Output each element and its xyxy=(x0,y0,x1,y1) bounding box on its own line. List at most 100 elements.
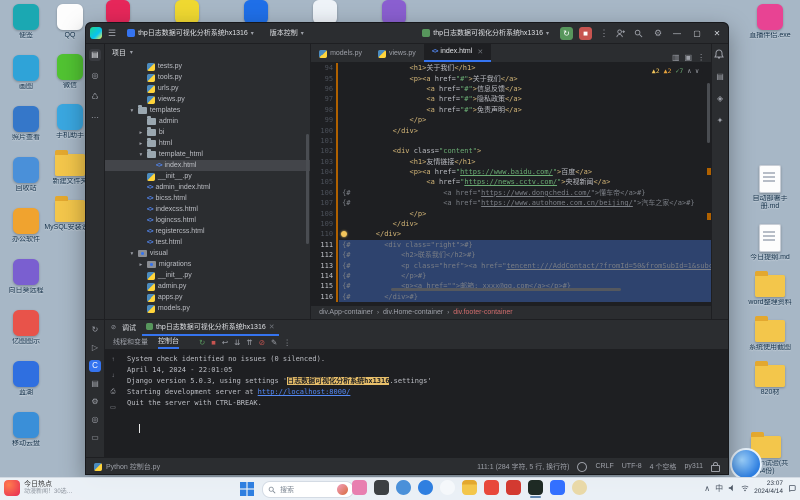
layout-icon[interactable]: ▣ xyxy=(685,53,693,62)
project-scrollbar[interactable] xyxy=(306,134,309,244)
scroll-bottom-icon[interactable]: ↓ xyxy=(107,370,119,382)
tree-item-template_html[interactable]: ▾template_html xyxy=(105,149,310,160)
desktop-shortcut[interactable]: 向日葵远程 xyxy=(0,259,52,295)
desktop-shortcut[interactable] xyxy=(230,0,282,24)
tree-item-__init__.py[interactable]: __init__.py xyxy=(105,171,310,182)
breadcrumb-item[interactable]: div.footer-container xyxy=(453,309,512,316)
desktop-shortcut[interactable]: 蓝湖 xyxy=(0,361,52,397)
status-gear-icon[interactable] xyxy=(577,462,587,472)
desktop-shortcut[interactable] xyxy=(299,0,351,24)
scroll-top-icon[interactable]: ↑ xyxy=(107,354,119,366)
close-button[interactable]: ✕ xyxy=(710,29,724,38)
edit-icon[interactable]: ✎ xyxy=(271,338,277,347)
notifications-bell-icon[interactable] xyxy=(714,49,726,61)
tray-chevron-up-icon[interactable]: ∧ xyxy=(704,484,710,493)
tree-item-bi[interactable]: ▸bi xyxy=(105,127,310,138)
volume-icon[interactable] xyxy=(728,484,736,492)
breadcrumb-item[interactable]: div.Home-container xyxy=(383,309,443,316)
softwrap-icon[interactable]: ↩ xyxy=(222,338,228,347)
tree-item-index.html[interactable]: <>index.html xyxy=(105,160,310,171)
more-actions-icon[interactable]: ⋮ xyxy=(598,28,610,39)
line-separator[interactable]: CRLF xyxy=(595,463,613,470)
tab-options-icon[interactable]: ⋮ xyxy=(697,53,705,62)
project-tool-icon[interactable]: ▤ xyxy=(89,49,101,61)
desktop-shortcut[interactable] xyxy=(92,0,144,24)
desktop-shortcut[interactable]: 亿图图示 xyxy=(0,310,52,346)
rerun-debug-icon[interactable]: ↻ xyxy=(89,324,101,336)
tree-item-admin.py[interactable]: admin.py xyxy=(105,281,310,292)
tree-item-migrations[interactable]: ▸migrations xyxy=(105,259,310,270)
tree-chevron-icon[interactable]: ▾ xyxy=(129,108,135,114)
horizontal-scrollbar[interactable] xyxy=(391,288,621,291)
split-editor-icon[interactable]: ▥ xyxy=(672,53,680,62)
readonly-lock-icon[interactable] xyxy=(711,465,720,472)
tree-item-bicss.html[interactable]: <>bicss.html xyxy=(105,193,310,204)
close-session-icon[interactable]: ✕ xyxy=(269,323,275,331)
close-tab-icon[interactable]: ✕ xyxy=(477,48,483,56)
tree-chevron-icon[interactable]: ▸ xyxy=(138,141,144,147)
editor-tab-index.html[interactable]: <>index.html✕ xyxy=(424,43,491,62)
tree-chevron-icon[interactable]: ▸ xyxy=(138,262,144,268)
main-menu-icon[interactable]: ☰ xyxy=(108,28,116,39)
database-tool-icon[interactable]: ▤ xyxy=(714,71,726,83)
trash-icon[interactable]: ▭ xyxy=(89,432,101,444)
settings-gear-icon[interactable]: ⚙ xyxy=(652,28,664,39)
tree-item-registercss.html[interactable]: <>registercss.html xyxy=(105,226,310,237)
tree-item-tests.py[interactable]: tests.py xyxy=(105,61,310,72)
tree-chevron-icon[interactable]: ▸ xyxy=(138,130,144,136)
inspections-widget[interactable]: ▲2 ▲2 ✓7 ∧ ∨ xyxy=(648,66,703,76)
project-widget[interactable]: thp日志数据可视化分析系统hx1316 ▾ xyxy=(122,26,259,40)
qq-taskbar-icon[interactable] xyxy=(484,480,499,495)
news-widget[interactable]: 今日热点 动漫新闻！30选… xyxy=(4,480,73,496)
network-icon[interactable] xyxy=(741,484,749,492)
interpreter[interactable]: py311 xyxy=(684,463,703,470)
snip-tool-icon[interactable] xyxy=(374,480,389,495)
file-encoding[interactable]: UTF-8 xyxy=(622,463,642,470)
tab-console[interactable]: 控制台 xyxy=(158,335,179,349)
run-config-widget[interactable]: thp日志数据可视化分析系统hx1316 ▾ xyxy=(417,26,554,40)
maximize-button[interactable]: ▢ xyxy=(690,29,704,38)
editor-tab-views.py[interactable]: views.py xyxy=(370,45,424,62)
start-button[interactable] xyxy=(240,482,254,496)
tree-item-__init__.py[interactable]: __init__.py xyxy=(105,270,310,281)
python-console-icon[interactable]: C xyxy=(89,360,101,372)
gradle-tool-icon[interactable]: ◈ xyxy=(714,93,726,105)
tree-item-urls.py[interactable]: urls.py xyxy=(105,83,310,94)
wegame-icon[interactable] xyxy=(572,480,587,495)
tree-item-admin[interactable]: admin xyxy=(105,116,310,127)
clear-icon[interactable]: ▭ xyxy=(107,402,119,414)
tree-chevron-icon[interactable]: ▾ xyxy=(129,251,135,257)
debug-session-tab[interactable]: thp日志数据可视化分析系统hx1316 ✕ xyxy=(142,319,279,336)
console-output[interactable]: System check identified no issues (0 sil… xyxy=(121,350,728,457)
tree-item-models.py[interactable]: models.py xyxy=(105,303,310,314)
minimize-button[interactable]: — xyxy=(670,29,684,38)
netease-icon[interactable] xyxy=(506,480,521,495)
tree-item-visual[interactable]: ▾visual xyxy=(105,248,310,259)
prev-next-icons[interactable]: ∧ ∨ xyxy=(687,67,699,75)
rerun-console-icon[interactable]: ↻ xyxy=(199,338,205,347)
tree-item-templates[interactable]: ▾templates xyxy=(105,105,310,116)
ai-assistant-icon[interactable]: ✦ xyxy=(714,115,726,127)
resume-icon[interactable]: ▷ xyxy=(89,342,101,354)
breadcrumb-item[interactable]: div.App-container xyxy=(319,309,373,316)
tree-item-html[interactable]: ▸html xyxy=(105,138,310,149)
code-with-me-icon[interactable] xyxy=(616,29,628,38)
edge-icon[interactable] xyxy=(418,480,433,495)
tree-item-logincss.html[interactable]: <>logincss.html xyxy=(105,215,310,226)
ime-indicator[interactable]: 中 xyxy=(715,483,723,494)
mute-icon[interactable]: ⊘ xyxy=(259,338,265,347)
tree-chevron-icon[interactable]: ▾ xyxy=(138,152,144,158)
tree-item-test.html[interactable]: <>test.html xyxy=(105,237,310,248)
file-explorer-icon[interactable] xyxy=(462,480,477,495)
taskbar-clock[interactable]: 23:07 2024/4/14 xyxy=(754,480,783,496)
settings-debug-icon[interactable]: ⚙ xyxy=(89,396,101,408)
browser-desktop-icon[interactable] xyxy=(730,448,762,480)
notifications-icon[interactable] xyxy=(788,484,796,492)
feishu-icon[interactable] xyxy=(550,480,565,495)
frames-icon[interactable]: ▤ xyxy=(89,378,101,390)
vertical-scrollbar[interactable] xyxy=(707,83,710,143)
desktop-shortcut[interactable]: 820材 xyxy=(744,365,796,397)
indent-style[interactable]: 4 个空格 xyxy=(650,462,677,472)
code-editor[interactable]: ▲2 ▲2 ✓7 ∧ ∨ 94 <h1>关于我们</h1>95 <p><a hr… xyxy=(311,63,711,305)
vcs-widget[interactable]: 版本控制 ▾ xyxy=(265,26,309,40)
